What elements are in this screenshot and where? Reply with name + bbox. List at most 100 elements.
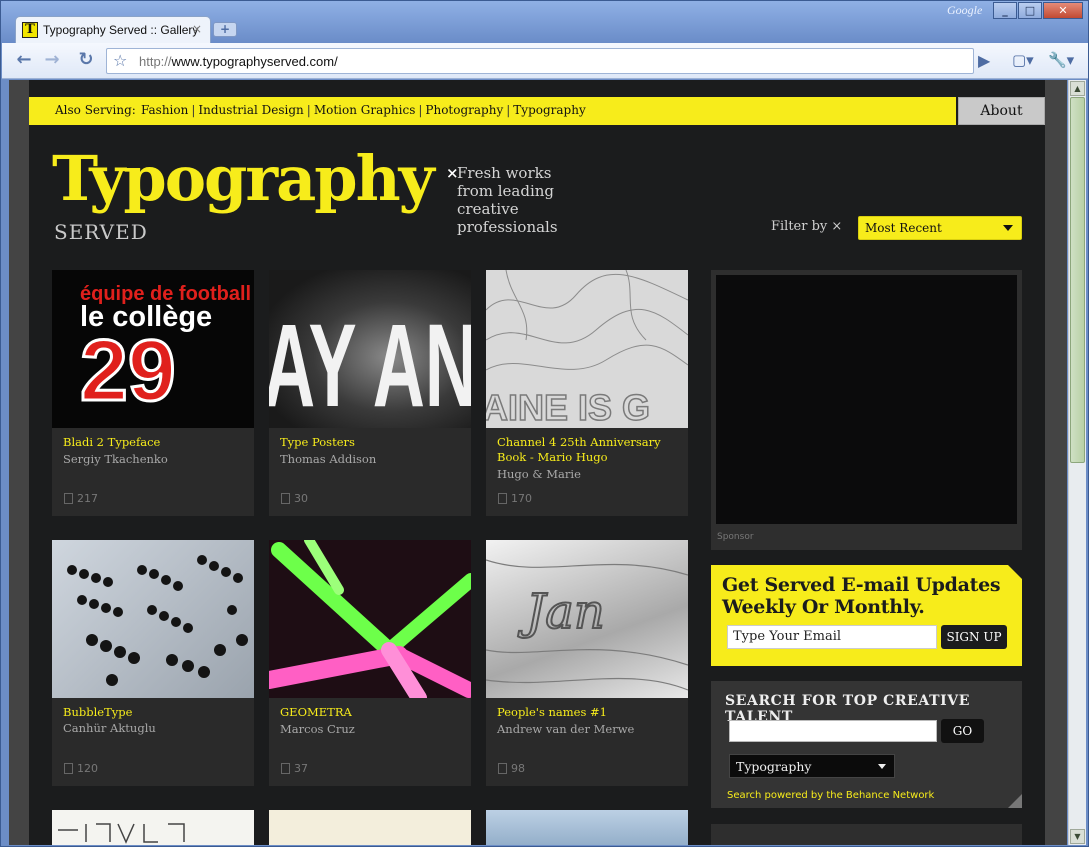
sidebar-box-partial: [711, 824, 1022, 845]
thumb-bubbletype: [67, 555, 248, 686]
close-window-button[interactable]: ✕: [1043, 2, 1083, 19]
url-host: www.typographyserved.com/: [171, 54, 338, 69]
new-tab-button[interactable]: +: [213, 22, 237, 37]
nav-link-fashion[interactable]: Fashion: [141, 103, 188, 117]
project-title[interactable]: BubbleType: [63, 705, 249, 720]
tools-menu-icon[interactable]: 🔧▾: [1048, 51, 1074, 69]
go-icon[interactable]: ▶: [978, 51, 990, 70]
page-menu-icon[interactable]: ▢▾: [1012, 51, 1034, 69]
url-prefix: http://: [139, 54, 172, 69]
minimize-button[interactable]: _: [993, 2, 1017, 19]
project-thumbnail[interactable]: [52, 810, 254, 845]
project-thumbnail[interactable]: Jan: [486, 540, 688, 698]
category-select-value: Typography: [736, 759, 812, 774]
project-title[interactable]: Bladi 2 Typeface: [63, 435, 249, 450]
browser-brand: Google: [947, 3, 983, 17]
tagline-line: Fresh works: [457, 164, 552, 182]
scrollbar-thumb[interactable]: [1070, 97, 1085, 463]
sponsor-label: Sponsor: [717, 532, 754, 542]
appreciation-count: 217: [64, 492, 98, 505]
email-field[interactable]: Type Your Email: [727, 625, 937, 649]
project-author[interactable]: Marcos Cruz: [280, 722, 355, 736]
address-bar[interactable]: ☆ http://www.typographyserved.com/: [106, 48, 974, 74]
project-thumbnail[interactable]: [52, 540, 254, 698]
category-select[interactable]: Typography: [729, 754, 895, 778]
filter-value: Most Recent: [865, 221, 942, 235]
reload-icon[interactable]: ↻: [74, 49, 98, 73]
thumb-ayan-text: AY AN: [269, 300, 471, 428]
site-logo[interactable]: Typography: [52, 144, 435, 214]
thumb-channel4: AINE IS G: [486, 270, 688, 428]
scroll-down-icon[interactable]: ▼: [1070, 829, 1085, 844]
ad-slot[interactable]: [716, 275, 1017, 524]
tagline-line: professionals: [457, 218, 558, 236]
nav-separator: |: [191, 103, 196, 117]
nav-link-typography[interactable]: Typography: [513, 103, 585, 117]
project-thumbnail[interactable]: équipe de football le collège 29: [52, 270, 254, 428]
project-title[interactable]: Channel 4 25th Anniversary Book - Mario …: [497, 435, 683, 465]
appreciation-count: 98: [498, 762, 525, 775]
talent-search-input[interactable]: [729, 720, 937, 742]
tagline-line: creative: [457, 200, 519, 218]
back-icon[interactable]: ←: [12, 49, 36, 73]
gallery-card[interactable]: équipe de football le collège 29 Bladi 2…: [52, 270, 254, 516]
corner-fold: [1008, 794, 1022, 808]
about-button[interactable]: About: [958, 97, 1045, 125]
nav-separator: |: [306, 103, 311, 117]
nav-link-motion-graphics[interactable]: Motion Graphics: [314, 103, 416, 117]
project-thumbnail[interactable]: [269, 540, 471, 698]
thumb-jan-text: Jan: [517, 584, 605, 640]
project-thumbnail[interactable]: AY AN: [269, 270, 471, 428]
thumb-type-posters: AY AN: [269, 300, 471, 428]
appreciation-count: 37: [281, 762, 308, 775]
scroll-up-icon[interactable]: ▲: [1070, 81, 1085, 96]
also-serving-links: Fashion | Industrial Design | Motion Graphic…: [141, 103, 586, 117]
bookmark-star-icon[interactable]: ☆: [113, 51, 127, 70]
search-go-button[interactable]: GO: [941, 719, 984, 743]
project-author[interactable]: Andrew van der Merwe: [497, 722, 634, 736]
appreciation-icon: [281, 763, 290, 774]
gallery-card[interactable]: AY AN Type Posters Thomas Addison 30: [269, 270, 471, 516]
browser-tab[interactable]: T Typography Served :: Gallery ×: [15, 16, 211, 43]
appreciation-count: 30: [281, 492, 308, 505]
gallery-card[interactable]: GEOMETRA Marcos Cruz 37: [269, 540, 471, 786]
forward-icon[interactable]: →: [40, 49, 64, 73]
sign-up-button[interactable]: SIGN UP: [941, 625, 1007, 649]
tagline-line: from leading: [457, 182, 555, 200]
project-thumbnail[interactable]: AINE IS G: [486, 270, 688, 428]
project-thumbnail[interactable]: [269, 810, 471, 845]
filter-select[interactable]: Most Recent: [858, 216, 1022, 240]
vertical-scrollbar[interactable]: ▲ ▼: [1068, 80, 1086, 845]
email-signup-box: Get Served E-mail Updates Weekly Or Mont…: [711, 565, 1022, 666]
project-title[interactable]: Type Posters: [280, 435, 466, 450]
tab-title: Typography Served :: Gallery: [43, 23, 199, 37]
gallery-card[interactable]: Jan People's names #1 Andrew van der Mer…: [486, 540, 688, 786]
appreciation-value: 30: [294, 492, 308, 505]
thumb-gen-text: AINE IS G: [486, 387, 650, 428]
also-serving-bar: Also Serving: Fashion | Industrial Design |…: [29, 97, 956, 125]
project-author[interactable]: Hugo & Marie: [497, 467, 581, 481]
project-author[interactable]: Canhür Aktuglu: [63, 721, 156, 735]
nav-link-industrial-design[interactable]: Industrial Design: [198, 103, 303, 117]
powered-by-link[interactable]: Search powered by the Behance Network: [727, 790, 934, 801]
email-heading: Get Served E-mail Updates Weekly Or Mont…: [722, 574, 1001, 618]
gallery-card[interactable]: BubbleType Canhür Aktuglu 120: [52, 540, 254, 786]
project-author[interactable]: Thomas Addison: [280, 452, 376, 466]
chevron-down-icon: [1003, 225, 1013, 231]
tab-close-icon[interactable]: ×: [192, 22, 202, 36]
chevron-down-icon: [878, 764, 886, 769]
project-title[interactable]: GEOMETRA: [280, 705, 466, 720]
thumb-partial-1: [58, 823, 185, 844]
project-title[interactable]: People's names #1: [497, 705, 683, 720]
project-author[interactable]: Sergiy Tkachenko: [63, 452, 168, 466]
url-text[interactable]: http://www.typographyserved.com/: [139, 54, 338, 69]
project-thumbnail[interactable]: [486, 810, 688, 845]
title-bar: T Typography Served :: Gallery × + Googl…: [1, 1, 1088, 43]
appreciation-icon: [281, 493, 290, 504]
gallery-card[interactable]: AINE IS G Channel 4 25th Anniversary Boo…: [486, 270, 688, 516]
appreciation-icon: [64, 493, 73, 504]
maximize-button[interactable]: □: [1018, 2, 1042, 19]
browser-window: T Typography Served :: Gallery × + Googl…: [0, 0, 1089, 847]
site-logo-served: SERVED: [54, 220, 148, 244]
nav-link-photography[interactable]: Photography: [425, 103, 503, 117]
